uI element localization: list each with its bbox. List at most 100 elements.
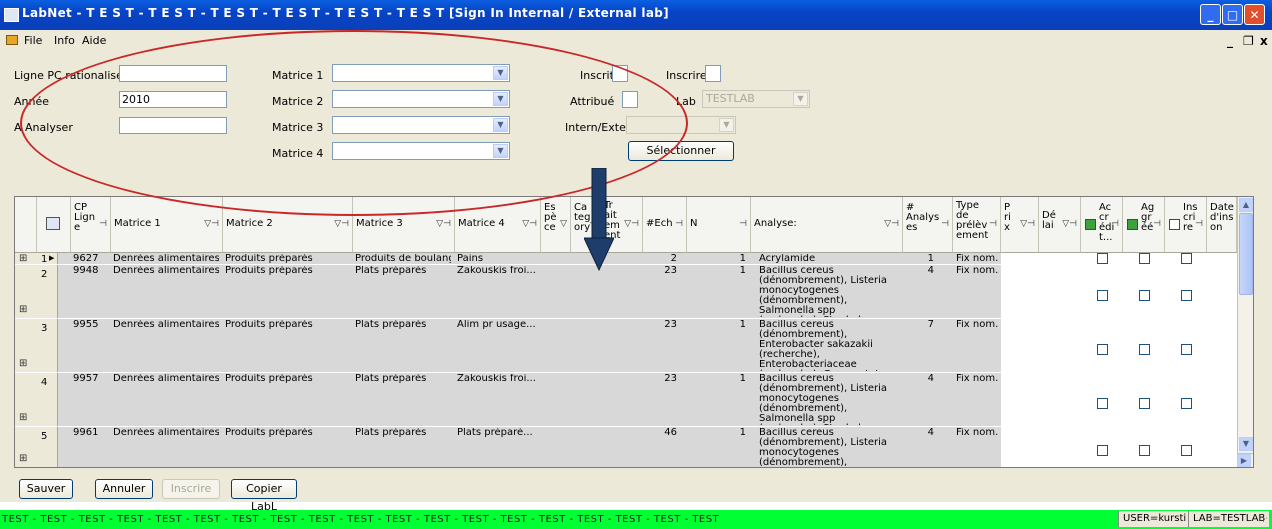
agree-checkbox[interactable] — [1139, 398, 1150, 409]
filter-icon[interactable]: ▽⊣ — [436, 219, 451, 229]
header-espece[interactable]: Es pè ce ▽ — [541, 197, 571, 253]
results-grid[interactable]: CP Lign e ⊣ Matrice 1 ▽⊣ Matrice 2 ▽⊣ Matri… — [14, 196, 1254, 468]
scroll-down-icon[interactable]: ▼ — [1239, 437, 1253, 451]
chevron-down-icon[interactable]: ▼ — [793, 92, 808, 106]
menu-aide[interactable]: Aide — [82, 34, 106, 47]
header-delai[interactable]: Dé lai ▽⊣ — [1039, 197, 1081, 253]
accredite-checkbox[interactable] — [1097, 445, 1108, 456]
header-agree-checkbox[interactable] — [1127, 219, 1138, 230]
accredite-checkbox[interactable] — [1097, 290, 1108, 301]
filter-icon[interactable]: ▽⊣ — [522, 219, 537, 229]
header-prix[interactable]: P ri x ▽⊣ — [1001, 197, 1039, 253]
row-expander[interactable]: ⊞ — [15, 253, 38, 264]
expand-icon[interactable]: ⊞ — [19, 358, 27, 369]
menu-info[interactable]: Info — [54, 34, 75, 47]
pin-icon[interactable]: ⊣ — [1111, 219, 1119, 229]
maximize-button[interactable]: □ — [1222, 4, 1243, 25]
inscrire-checkbox[interactable] — [1181, 445, 1192, 456]
scroll-thumb[interactable] — [1239, 213, 1253, 295]
header-accredite-checkbox[interactable] — [1085, 219, 1096, 230]
agree-checkbox[interactable] — [1139, 344, 1150, 355]
row-number[interactable]: 5 — [37, 427, 58, 467]
row-number[interactable]: 3 — [37, 319, 58, 372]
row-expander[interactable]: ⊞ — [15, 373, 38, 426]
filter-icon[interactable]: ▽⊣ — [334, 219, 349, 229]
expand-icon[interactable]: ⊞ — [19, 412, 27, 423]
pin-icon[interactable]: ⊣ — [989, 219, 997, 229]
inscrire-checkbox[interactable] — [1181, 290, 1192, 301]
accredite-checkbox[interactable] — [1097, 398, 1108, 409]
inscrire-checkbox[interactable] — [705, 65, 721, 82]
header-accredite[interactable]: Ac cr édi t... ⊣ — [1081, 197, 1123, 253]
agree-checkbox[interactable] — [1139, 253, 1150, 264]
pin-icon[interactable]: ⊣ — [675, 219, 683, 229]
filter-icon[interactable]: ▽⊣ — [624, 219, 639, 229]
grid-column-chooser[interactable] — [37, 197, 71, 253]
copier-labl-button[interactable]: Copier LabL — [231, 479, 297, 513]
row-number[interactable]: 1 ▶ — [37, 253, 58, 265]
resize-grip-icon[interactable]: ⋰ — [1262, 514, 1271, 524]
accredite-checkbox[interactable] — [1097, 344, 1108, 355]
filter-icon[interactable]: ▽⊣ — [204, 219, 219, 229]
row-expander[interactable]: ⊞ — [15, 265, 38, 318]
app-icon[interactable] — [4, 8, 19, 22]
filter-icon[interactable]: ▽ — [560, 219, 567, 229]
table-row[interactable]: ⊞ 3 9955 Denrées alimentaires Produits prépa… — [15, 319, 1237, 372]
mdi-minimize-button[interactable]: _ — [1227, 34, 1233, 48]
header-n[interactable]: N ⊣ — [687, 197, 751, 253]
pin-icon[interactable]: ⊣ — [1195, 219, 1203, 229]
scroll-up-icon[interactable]: ▲ — [1239, 198, 1253, 212]
table-row[interactable]: ⊞ 5 9961 Denrées alimentaires Produits prépa… — [15, 427, 1237, 467]
expand-icon[interactable]: ⊞ — [19, 304, 27, 315]
sauver-button[interactable]: Sauver — [19, 479, 73, 499]
row-number[interactable]: 4 — [37, 373, 58, 426]
inscrire-checkbox[interactable] — [1181, 398, 1192, 409]
chevron-down-icon[interactable]: ▼ — [719, 118, 734, 132]
minimize-button[interactable]: _ — [1200, 4, 1221, 25]
agree-checkbox[interactable] — [1139, 290, 1150, 301]
row-expander[interactable]: ⊞ — [15, 319, 38, 372]
filter-icon[interactable]: ▽⊣ — [1062, 219, 1077, 229]
lab-select[interactable]: TESTLAB ▼ — [702, 90, 810, 108]
table-row[interactable]: ⊞ 2 9948 Denrées alimentaires Produits prépa… — [15, 265, 1237, 318]
scroll-right-icon[interactable]: ▶ — [1237, 454, 1251, 467]
filter-icon[interactable]: ▽⊣ — [1020, 219, 1035, 229]
accredite-checkbox[interactable] — [1097, 253, 1108, 264]
title-bar[interactable]: LabNet - T E S T - T E S T - T E S T - T… — [0, 0, 1272, 30]
row-number[interactable]: 2 — [37, 265, 58, 318]
pin-icon[interactable]: ⊣ — [739, 219, 747, 229]
cell-m4: Alim pr usage... — [457, 320, 536, 330]
header-inscrire-checkbox[interactable] — [1169, 219, 1180, 230]
pin-icon[interactable]: ⊣ — [1153, 219, 1161, 229]
header-type-prelevement[interactable]: Type de prélèv ement ⊣ — [953, 197, 1001, 253]
table-row[interactable]: ⊞ 4 9957 Denrées alimentaires Produits prépa… — [15, 373, 1237, 426]
expand-icon[interactable]: ⊞ — [19, 453, 27, 464]
agree-checkbox[interactable] — [1139, 445, 1150, 456]
row-number-label: 1 — [41, 254, 48, 265]
header-cp-ligne[interactable]: CP Lign e ⊣ — [71, 197, 111, 253]
close-button[interactable]: ✕ — [1244, 4, 1265, 25]
pin-icon[interactable]: ⊣ — [99, 219, 107, 229]
header-analyse[interactable]: Analyse: ▽⊣ — [751, 197, 903, 253]
mdi-child-icon[interactable] — [6, 35, 18, 45]
vertical-scrollbar[interactable]: ▲ ▼ — [1237, 197, 1253, 453]
pin-icon[interactable]: ⊣ — [941, 219, 949, 229]
mdi-close-button[interactable]: x — [1260, 34, 1268, 48]
header-date-inscription[interactable]: Date d'ins on — [1207, 197, 1237, 253]
header-inscrire[interactable]: Ins cri re ⊣ — [1165, 197, 1207, 253]
expand-icon[interactable]: ⊞ — [19, 253, 27, 264]
cell-m1: Denrées alimentaires — [113, 254, 219, 264]
menu-file[interactable]: File — [24, 34, 42, 47]
inscrire-button[interactable]: Inscrire — [162, 479, 220, 499]
header-nb-analyses[interactable]: # Analys es ⊣ — [903, 197, 953, 253]
inscrire-checkbox[interactable] — [1181, 344, 1192, 355]
header-agree[interactable]: Ag gr éé ⊣ — [1123, 197, 1165, 253]
annuler-button[interactable]: Annuler — [95, 479, 153, 499]
table-row[interactable]: ⊞ 1 ▶ 9627 Denrées alimentaires Produits prép… — [15, 253, 1237, 265]
filter-icon[interactable]: ▽⊣ — [884, 219, 899, 229]
mdi-restore-button[interactable]: ❐ — [1243, 34, 1254, 48]
column-chooser-icon[interactable] — [46, 217, 60, 230]
inscrire-checkbox[interactable] — [1181, 253, 1192, 264]
header-nb-echantillons[interactable]: #Ech ⊣ — [643, 197, 687, 253]
row-expander[interactable]: ⊞ — [15, 427, 38, 467]
